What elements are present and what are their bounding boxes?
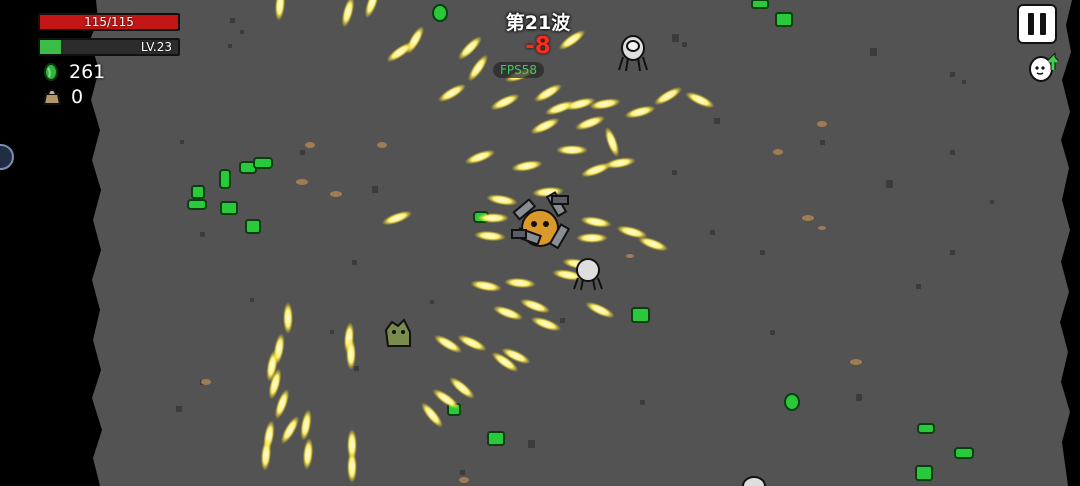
pause-icon	[1040, 13, 1046, 35]
projectile	[346, 338, 356, 370]
projectile	[556, 145, 588, 155]
bag-count: 0	[71, 86, 84, 108]
projectile	[347, 451, 357, 483]
pause-button[interactable]	[1017, 4, 1057, 44]
projectile	[576, 233, 608, 243]
pause-icon	[1028, 13, 1034, 35]
materials-counter: 261	[42, 61, 105, 83]
green-material-icon	[44, 63, 58, 81]
level-text: LV.23	[140, 40, 172, 54]
game-screen: 115/115 LV.23 261 0 第21波 -8 FPS58	[0, 0, 1080, 486]
enemy-alien	[742, 476, 766, 486]
materials-count: 261	[69, 61, 106, 83]
projectile	[283, 302, 293, 334]
health-text: 115/115	[84, 15, 134, 29]
fps-counter: FPS58	[493, 62, 545, 78]
experience-bar: LV.23	[38, 38, 180, 56]
level-up-egg-icon	[1029, 51, 1059, 82]
experience-bar-fill	[40, 40, 61, 54]
wave-label: 第21波	[505, 12, 571, 34]
arena-floor	[90, 0, 1072, 486]
projectile	[477, 213, 509, 223]
loot-bag-icon	[42, 89, 62, 105]
bag-counter: 0	[42, 86, 83, 108]
health-bar: 115/115	[38, 13, 180, 31]
damage-number: -8	[525, 33, 551, 59]
